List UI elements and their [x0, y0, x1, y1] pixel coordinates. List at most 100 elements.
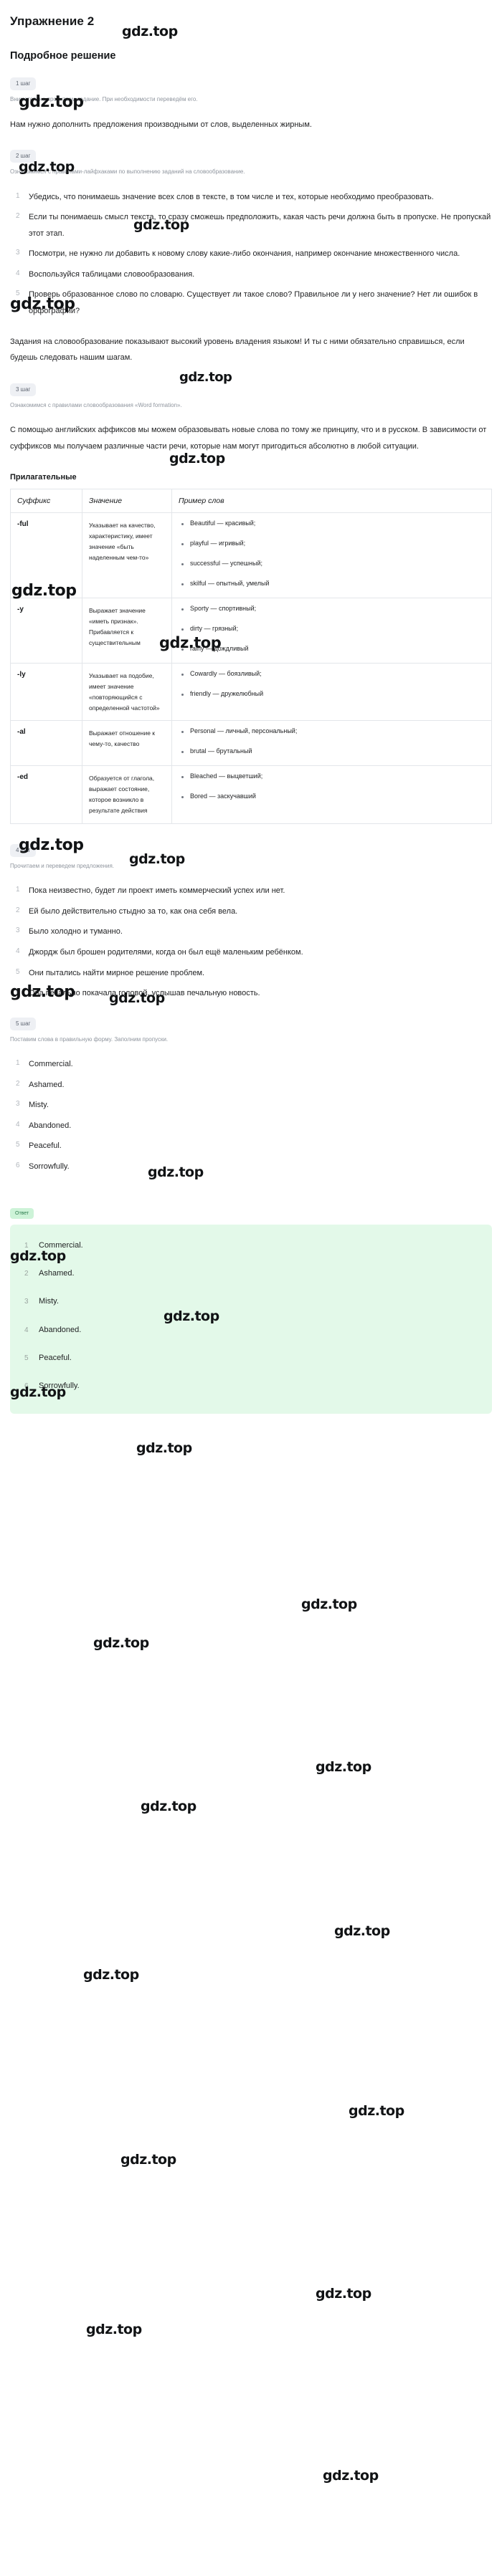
step-2-list: Убедись, что понимаешь значение всех сло… — [10, 189, 492, 320]
step-subtitle-3: Ознакомимся с правилами словообразования… — [10, 401, 182, 408]
list-item: Пока неизвестно, будет ли проект иметь к… — [16, 883, 285, 897]
cell-meaning: Выражает отношение к чему-то, качество — [82, 720, 172, 767]
answer-item: Peaceful. — [24, 1354, 72, 1364]
step-chip-3: 3 шаг — [10, 383, 37, 396]
watermark: gdz.top — [334, 1923, 390, 1939]
list-item: Ashamed. — [16, 1077, 65, 1091]
step-subtitle-2: Ознакомимся с правилами-лайфхаками по вы… — [10, 168, 245, 176]
watermark: gdz.top — [136, 1440, 192, 1456]
answer-badge: Ответ — [10, 1207, 34, 1219]
example-item: Bleached — выцветший; — [181, 772, 485, 782]
example-item: Sporty — спортивный; — [181, 604, 485, 614]
step-4-list: Пока неизвестно, будет ли проект иметь к… — [10, 883, 492, 1001]
watermark: gdz.top — [316, 1759, 371, 1775]
step-5-list: Commercial. Ashamed. Misty. Abandoned. P… — [10, 1056, 492, 1174]
column-header-suffix: Суффикс — [10, 489, 82, 514]
table-row: -al Выражает отношение к чему-то, качест… — [10, 720, 492, 767]
step-subtitle-4: Прочитаем и переведем предложения. — [10, 862, 115, 869]
cell-examples: Sporty — спортивный; dirty — грязный; ra… — [171, 598, 492, 664]
step-3-paragraph: С помощью английских аффиксов мы можем о… — [10, 426, 487, 451]
list-item: Убедись, что понимаешь значение всех сло… — [16, 189, 434, 204]
table-row: -ly Указывает на подобие, имеет значение… — [10, 662, 492, 722]
step-chip-4: 4 шаг — [10, 843, 37, 857]
example-item: friendly — дружелюбный — [181, 689, 485, 699]
example-item: rainy — дождливый — [181, 644, 485, 654]
example-item: Bored — заскучавший — [181, 792, 485, 802]
step-chip-1: 1 шаг — [10, 77, 37, 90]
example-item: brutal — брутальный — [181, 747, 485, 757]
cell-examples: Bleached — выцветший; Bored — заскучавши… — [171, 765, 492, 824]
step-1: 1 шаг Внимательно прочитаем задание. При… — [10, 76, 492, 133]
step-2-closing: Задания на словообразование показывают в… — [10, 337, 465, 363]
answer-item: Misty. — [24, 1297, 59, 1307]
answer-item: Commercial. — [24, 1240, 83, 1251]
cell-examples: Personal — личный, персональный; brutal … — [171, 720, 492, 767]
cell-suffix: -al — [10, 720, 82, 767]
table-row: -ful Указывает на качество, характеристи… — [10, 512, 492, 599]
example-item: Cowardly — боязливый; — [181, 669, 485, 679]
example-item: dirty — грязный; — [181, 624, 485, 634]
list-item: Посмотри, не нужно ли добавить к новому … — [16, 246, 460, 260]
list-item: Джордж был брошен родителями, когда он б… — [16, 944, 303, 959]
table-row: -ed Образуется от глагола, выражает сост… — [10, 765, 492, 824]
watermark: gdz.top — [301, 1596, 357, 1612]
answer-list: Commercial. Ashamed. Misty. Abandoned. P… — [23, 1240, 479, 1392]
cell-suffix: -ful — [10, 512, 82, 599]
answer-item: Ashamed. — [24, 1268, 75, 1279]
step-5: 5 шаг Поставим слова в правильную форму.… — [10, 1016, 492, 1175]
solution-heading: Подробное решение — [10, 50, 116, 62]
step-subtitle-1: Внимательно прочитаем задание. При необх… — [10, 96, 198, 102]
solution-page: Упражнение 2 Подробное решение 1 шаг Вни… — [0, 0, 502, 1414]
watermark: gdz.top — [349, 2103, 404, 2119]
word-formation-table: Суффикс Значение Пример слов -ful Указыв… — [10, 489, 492, 824]
step-subtitle-5: Поставим слова в правильную форму. Запол… — [10, 1035, 169, 1043]
step-4: 4 шаг Прочитаем и переведем предложения.… — [10, 843, 492, 1002]
page-title: Упражнение 2 — [10, 14, 95, 28]
table-caption: Прилагательные — [10, 473, 77, 482]
answer-item: Abandoned. — [24, 1325, 82, 1336]
table-header-row: Суффикс Значение Пример слов — [10, 489, 492, 514]
watermark: gdz.top — [86, 2322, 142, 2337]
list-item: Misty. — [16, 1097, 49, 1111]
list-item: Воспользуйся таблицами словообразования. — [16, 267, 195, 281]
watermark: gdz.top — [83, 1967, 139, 1983]
watermark: gdz.top — [93, 1635, 149, 1651]
step-chip-2: 2 шаг — [10, 150, 37, 163]
step-2: 2 шаг Ознакомимся с правилами-лайфхаками… — [10, 148, 492, 366]
list-item: Abandoned. — [16, 1118, 72, 1132]
list-item: Проверь образованное слово по словарю. С… — [16, 287, 478, 316]
list-item: Было холодно и туманно. — [16, 924, 123, 938]
cell-examples: Beautiful — красивый; playful — игривый;… — [171, 512, 492, 599]
cell-suffix: -ly — [10, 662, 82, 722]
list-item: Ей было действительно стыдно за то, как … — [16, 904, 238, 918]
answer-section: Ответ Commercial. Ashamed. Misty. Abando… — [10, 1189, 492, 1414]
table-row: -y Выражает значение «иметь признак». Пр… — [10, 598, 492, 664]
column-header-example: Пример слов — [171, 489, 492, 514]
list-item: Они пытались найти мирное решение пробле… — [16, 965, 205, 980]
step-3: 3 шаг Ознакомимся с правилами словообраз… — [10, 382, 492, 455]
list-item: Commercial. — [16, 1056, 73, 1071]
example-item: successful — успешный; — [181, 559, 485, 569]
cell-examples: Cowardly — боязливый; friendly — дружелю… — [171, 662, 492, 722]
step-chip-5: 5 шаг — [10, 1017, 37, 1030]
watermark: gdz.top — [141, 1799, 196, 1814]
watermark: gdz.top — [316, 2286, 371, 2302]
cell-suffix: -ed — [10, 765, 82, 824]
watermark: gdz.top — [323, 2468, 379, 2484]
example-item: Personal — личный, персональный; — [181, 727, 485, 737]
cell-meaning: Выражает значение «иметь признак». Приба… — [82, 598, 172, 664]
answer-box: Commercial. Ashamed. Misty. Abandoned. P… — [10, 1224, 492, 1414]
list-item: Она печально покачала головой, услышав п… — [16, 985, 260, 1000]
step-1-paragraph: Нам нужно дополнить предложения производ… — [10, 120, 312, 129]
answer-item: Sorrowfully. — [24, 1382, 80, 1392]
list-item: Sorrowfully. — [16, 1159, 70, 1173]
watermark: gdz.top — [120, 2152, 176, 2168]
list-item: Peaceful. — [16, 1138, 62, 1152]
list-item: Если ты понимаешь смысл текста, то сразу… — [16, 209, 491, 238]
cell-suffix: -y — [10, 598, 82, 664]
cell-meaning: Указывает на подобие, имеет значение «по… — [82, 662, 172, 722]
cell-meaning: Указывает на качество, характеристику, и… — [82, 512, 172, 599]
example-item: Beautiful — красивый; — [181, 519, 485, 529]
cell-meaning: Образуется от глагола, выражает состояни… — [82, 765, 172, 824]
example-item: skilful — опытный, умелый — [181, 579, 485, 589]
